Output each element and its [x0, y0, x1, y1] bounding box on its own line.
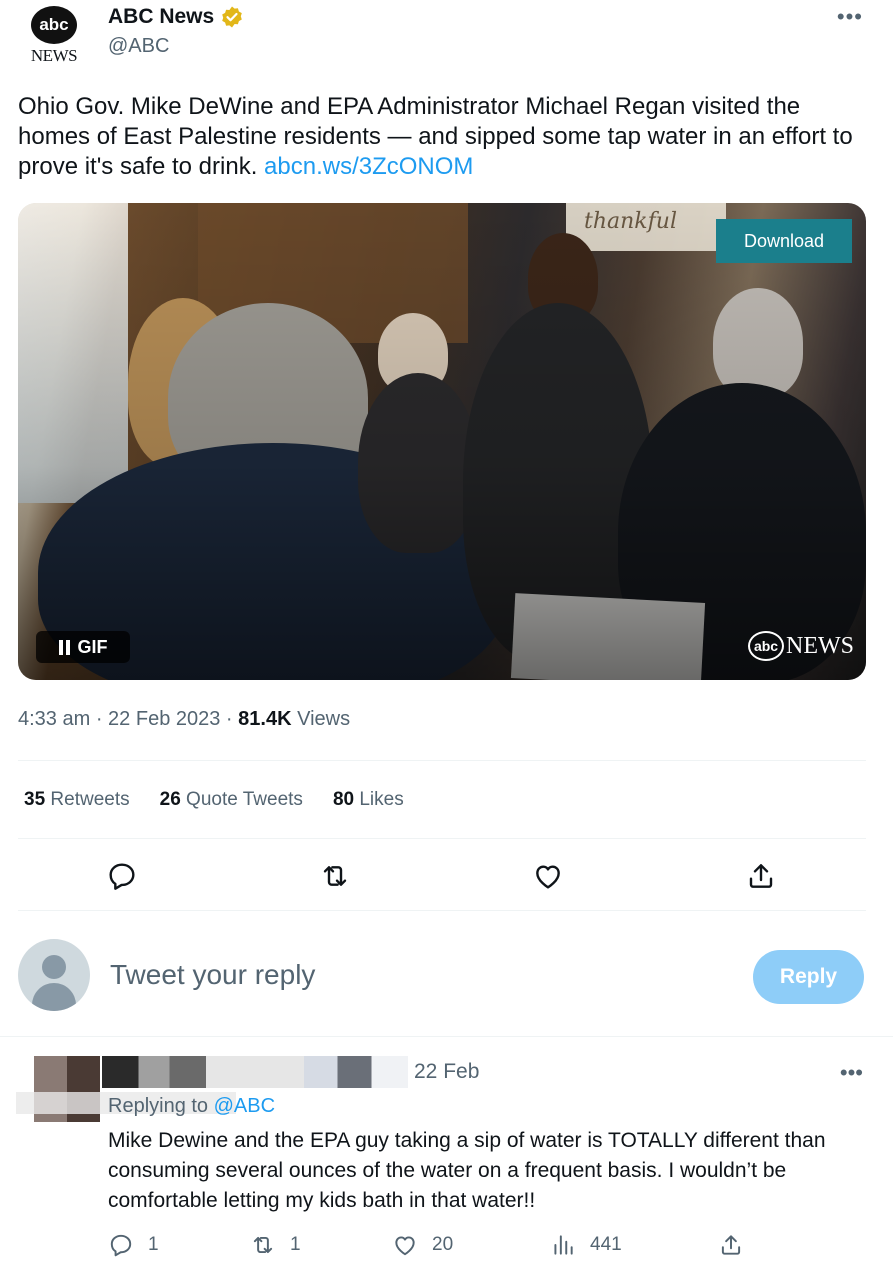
watermark-text: NEWS — [786, 632, 854, 659]
abc-news-watermark: abc NEWS — [748, 631, 854, 661]
retweets-label: Retweets — [50, 789, 130, 810]
user-avatar[interactable] — [18, 939, 90, 1011]
reply-retweet-action[interactable]: 1 — [250, 1232, 301, 1258]
reply-date[interactable]: 22 Feb — [414, 1060, 479, 1084]
reply-views-action[interactable]: 441 — [550, 1232, 622, 1258]
author-name-row: ABC News — [108, 5, 244, 29]
reply-reply-action[interactable]: 1 — [108, 1232, 159, 1258]
reply-action-bar: 1 1 20 441 — [0, 1230, 893, 1266]
share-icon — [721, 1235, 741, 1255]
likes-label: Likes — [359, 789, 404, 810]
tweet-link[interactable]: abcn.ws/3ZcONOM — [264, 153, 473, 180]
reply-like-action[interactable]: 20 — [392, 1232, 453, 1258]
reply-icon — [110, 1234, 132, 1257]
share-icon[interactable] — [745, 860, 777, 892]
analytics-bars-icon — [554, 1235, 573, 1255]
retweet-icon[interactable] — [319, 860, 351, 892]
views-label: Views — [297, 708, 351, 730]
tweet-date[interactable]: 22 Feb 2023 — [108, 708, 220, 730]
gif-label: GIF — [77, 636, 108, 657]
view-count: 441 — [590, 1234, 622, 1255]
replying-prefix: Replying to — [108, 1095, 209, 1117]
media-shade — [18, 203, 866, 680]
likes-count: 80 — [332, 789, 355, 810]
reply-tweet[interactable]: 22 Feb ••• Replying to @ABC Mike Dewine … — [0, 1040, 893, 1281]
divider — [0, 1036, 893, 1037]
divider — [18, 910, 866, 911]
divider — [18, 760, 866, 761]
tweet-time[interactable]: 4:33 am — [18, 708, 90, 730]
quotes-label: Quote Tweets — [186, 789, 303, 810]
quote-tweets-stat[interactable]: 26 Quote Tweets — [160, 789, 303, 811]
views-count: 81.4K — [238, 708, 292, 730]
reply-input[interactable]: Tweet your reply — [110, 959, 315, 991]
reply-icon[interactable] — [106, 860, 138, 892]
more-options-icon[interactable]: ••• — [840, 1060, 863, 1086]
replying-to: Replying to @ABC — [108, 1095, 275, 1118]
divider — [18, 838, 866, 839]
gif-pause-badge[interactable]: GIF — [36, 631, 130, 663]
reply-composer: Tweet your reply Reply — [0, 935, 893, 1025]
tweet-header: abc NEWS ABC News @ABC ••• — [0, 0, 893, 80]
reply-count: 1 — [148, 1234, 159, 1255]
logo-circle: abc — [31, 6, 77, 44]
download-button[interactable]: Download — [716, 219, 852, 263]
tweet-stats: 35 Retweets 26 Quote Tweets 80 Likes — [24, 789, 404, 811]
watermark-logo: abc — [748, 631, 784, 661]
logo-wordmark: NEWS — [30, 46, 78, 65]
redacted-name — [102, 1056, 408, 1088]
avatar-head — [42, 955, 66, 979]
more-options-icon[interactable]: ••• — [837, 4, 863, 30]
like-count: 20 — [432, 1234, 454, 1255]
author-handle[interactable]: @ABC — [108, 35, 244, 58]
pause-icon — [58, 639, 70, 655]
author-name[interactable]: ABC News — [108, 5, 214, 29]
tweet-action-bar — [0, 852, 893, 900]
quotes-count: 26 — [159, 789, 181, 810]
likes-stat[interactable]: 80 Likes — [333, 789, 404, 811]
like-heart-icon — [395, 1236, 415, 1256]
verified-badge-icon — [222, 6, 243, 28]
avatar-body — [32, 983, 76, 1011]
retweet-icon — [253, 1236, 273, 1254]
replying-handle[interactable]: @ABC — [214, 1095, 275, 1117]
reply-share-action[interactable] — [718, 1232, 744, 1258]
reply-text: Mike Dewine and the EPA guy taking a sip… — [108, 1129, 826, 1212]
tweet-text: Ohio Gov. Mike DeWine and EPA Administra… — [18, 92, 878, 182]
retweets-stat[interactable]: 35 Retweets — [24, 789, 130, 811]
retweets-count: 35 — [24, 789, 46, 810]
author-block: ABC News @ABC — [108, 5, 244, 58]
reply-button[interactable]: Reply — [753, 950, 864, 1004]
abc-news-logo[interactable]: abc NEWS — [28, 6, 80, 66]
tweet-media-gif[interactable]: thankful Download GIF abc NEWS — [18, 203, 866, 680]
like-heart-icon[interactable] — [532, 860, 564, 892]
retweet-count: 1 — [290, 1234, 301, 1255]
tweet-meta: 4:33 am · 22 Feb 2023 · 81.4K Views — [18, 708, 351, 730]
